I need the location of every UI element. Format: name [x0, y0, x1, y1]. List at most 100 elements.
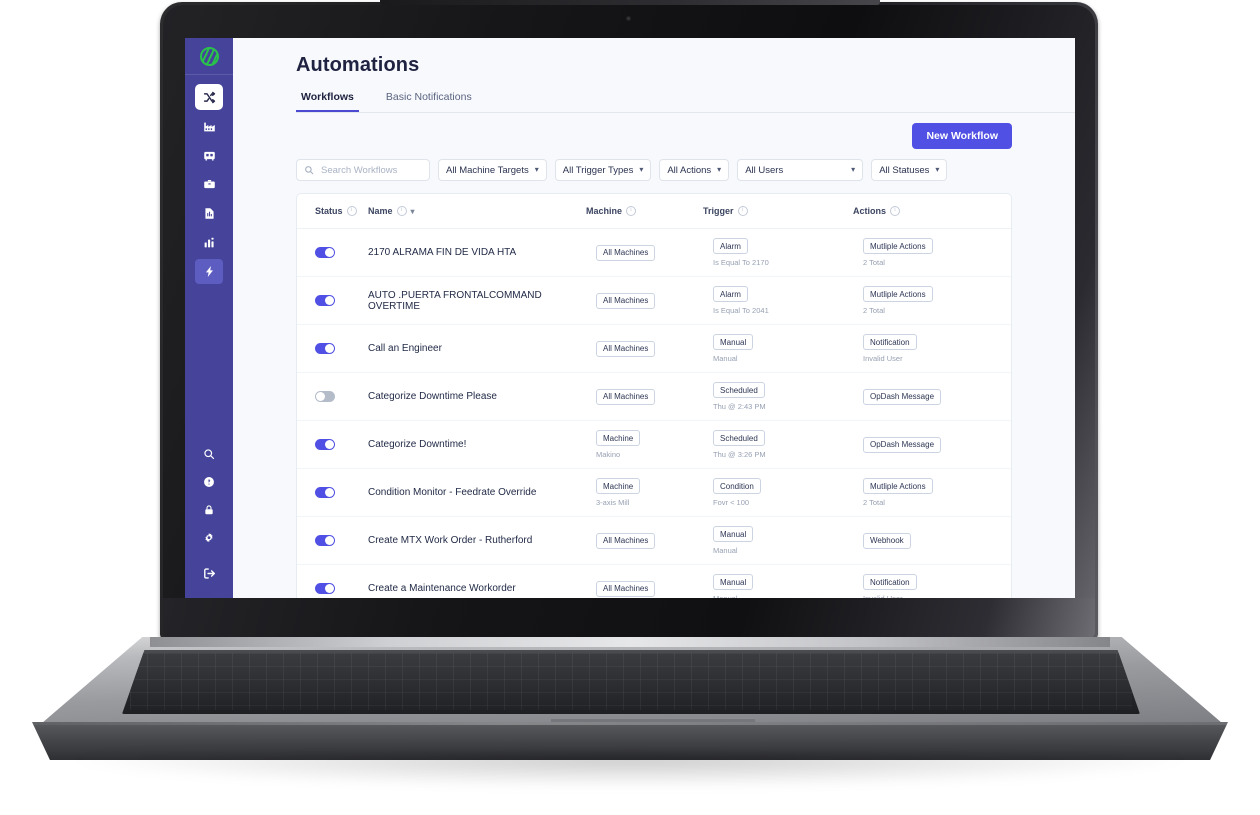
- page-header: Automations Workflows Basic Notification…: [233, 38, 1075, 113]
- row-name[interactable]: Create a Maintenance Workorder: [368, 583, 596, 594]
- table-row[interactable]: AUTO .PUERTA FRONTALCOMMAND OVERTIME All …: [297, 277, 1011, 325]
- sidebar-item-reports[interactable]: [195, 201, 223, 226]
- table-row[interactable]: 2170 ALRAMA FIN DE VIDA HTA All Machines A…: [297, 229, 1011, 277]
- search-workflows-box[interactable]: [296, 159, 430, 181]
- row-trigger-cell: Condition Fovr < 100: [713, 478, 863, 507]
- trigger-subtext: Fovr < 100: [713, 498, 750, 507]
- application-window: Automations Workflows Basic Notification…: [185, 38, 1075, 598]
- row-machine-cell: All Machines: [596, 292, 713, 309]
- info-icon[interactable]: i: [890, 206, 901, 216]
- info-icon[interactable]: i: [396, 206, 407, 216]
- row-trigger-cell: Scheduled Thu @ 3:26 PM: [713, 430, 863, 459]
- row-name[interactable]: Categorize Downtime Please: [368, 391, 596, 402]
- trigger-subtext: Is Equal To 2041: [713, 306, 769, 315]
- table-row[interactable]: Create a Maintenance Workorder All Machin…: [297, 565, 1011, 598]
- new-workflow-button[interactable]: New Workflow: [912, 123, 1012, 149]
- search-input[interactable]: [319, 163, 422, 177]
- sidebar-item-factory[interactable]: [195, 114, 223, 139]
- status-toggle[interactable]: [315, 295, 335, 306]
- status-toggle[interactable]: [315, 439, 335, 450]
- status-toggle[interactable]: [315, 583, 335, 594]
- chevron-down-icon: ▾: [935, 165, 940, 174]
- chevron-down-icon: ▾: [639, 165, 644, 174]
- table-row[interactable]: Condition Monitor - Feedrate Override Mac…: [297, 469, 1011, 517]
- action-chip: Mutliple Actions: [863, 238, 933, 254]
- row-name[interactable]: 2170 ALRAMA FIN DE VIDA HTA: [368, 247, 596, 258]
- app-logo[interactable]: [185, 38, 233, 75]
- filter-trigger-types[interactable]: All Trigger Types ▾: [554, 159, 652, 181]
- info-icon[interactable]: i: [346, 206, 357, 216]
- filter-statuses[interactable]: All Statuses ▾: [871, 159, 948, 181]
- sidebar-item-settings[interactable]: [195, 525, 223, 550]
- action-subtext: Invalid User: [863, 354, 903, 363]
- table-row[interactable]: Categorize Downtime Please All Machines Sc…: [297, 373, 1011, 421]
- machine-chip: All Machines: [596, 340, 656, 357]
- toggle-knob: [325, 584, 334, 593]
- tab-basic-notifications[interactable]: Basic Notifications: [381, 91, 477, 112]
- status-toggle[interactable]: [315, 391, 335, 402]
- row-name[interactable]: Condition Monitor - Feedrate Override: [368, 487, 596, 498]
- row-name[interactable]: Categorize Downtime!: [368, 439, 596, 450]
- row-status-cell: [315, 343, 368, 354]
- trigger-subtext: Manual: [713, 354, 738, 363]
- row-name[interactable]: Call an Engineer: [368, 343, 596, 354]
- status-toggle[interactable]: [315, 487, 335, 498]
- filter-actions[interactable]: All Actions ▾: [659, 159, 730, 181]
- row-trigger-cell: Manual Manual: [713, 334, 863, 363]
- action-subtext: 2 Total: [863, 306, 885, 315]
- sidebar-item-machines[interactable]: [195, 143, 223, 168]
- toolbox-icon: [203, 178, 216, 191]
- trigger-subtext: Thu @ 3:26 PM: [713, 450, 766, 459]
- sidebar-item-security[interactable]: [195, 497, 223, 522]
- trigger-chip: Alarm: [713, 238, 748, 254]
- status-toggle[interactable]: [315, 343, 335, 354]
- sidebar-item-toolbox[interactable]: [195, 172, 223, 197]
- search-icon: [203, 448, 215, 460]
- trigger-subtext: Manual: [713, 546, 738, 555]
- filter-users[interactable]: All Users ▾: [737, 159, 864, 181]
- action-chip: OpDash Message: [863, 388, 942, 405]
- sidebar-item-automations[interactable]: [195, 259, 223, 284]
- sidebar-top-nav: [195, 84, 223, 284]
- table-row[interactable]: Create MTX Work Order - Rutherford All Ma…: [297, 517, 1011, 565]
- row-actions-cell: NotificationInvalid User: [863, 574, 1011, 598]
- table-row[interactable]: Categorize Downtime! Machine Makino Schedul…: [297, 421, 1011, 469]
- status-toggle[interactable]: [315, 535, 335, 546]
- column-header-actions: Actions i: [853, 206, 1011, 216]
- column-header-name[interactable]: Name i ▾: [368, 206, 586, 216]
- search-icon: [304, 165, 314, 175]
- column-header-trigger-label: Trigger: [703, 206, 734, 216]
- trigger-subtext: Thu @ 2:43 PM: [713, 402, 766, 411]
- column-header-status: Status i: [315, 206, 368, 216]
- action-chip: Webhook: [863, 532, 911, 549]
- help-circle-icon: [203, 476, 215, 488]
- filter-statuses-label: All Statuses: [879, 164, 930, 176]
- action-chip: Notification: [863, 574, 917, 590]
- sort-chevron-down-icon[interactable]: ▾: [411, 207, 415, 216]
- tab-workflows[interactable]: Workflows: [296, 91, 359, 112]
- action-subtext: 2 Total: [863, 498, 885, 507]
- action-chip: Notification: [863, 334, 917, 350]
- trigger-chip: Alarm: [713, 286, 748, 302]
- row-name[interactable]: AUTO .PUERTA FRONTALCOMMAND OVERTIME: [368, 290, 596, 312]
- laptop-front-highlight: [32, 722, 1228, 725]
- sidebar-item-analytics[interactable]: [195, 230, 223, 255]
- status-toggle[interactable]: [315, 247, 335, 258]
- table-row[interactable]: Call an Engineer All Machines Manual Manual…: [297, 325, 1011, 373]
- row-name[interactable]: Create MTX Work Order - Rutherford: [368, 535, 596, 546]
- screenshot-stage: Automations Workflows Basic Notification…: [0, 0, 1260, 815]
- sidebar-item-logout[interactable]: [203, 567, 216, 593]
- info-icon[interactable]: i: [737, 206, 748, 216]
- info-icon[interactable]: i: [626, 206, 637, 216]
- sidebar-item-help[interactable]: [195, 469, 223, 494]
- lightning-bolt-icon: [203, 265, 216, 278]
- row-status-cell: [315, 247, 368, 258]
- main-content: Automations Workflows Basic Notification…: [233, 38, 1075, 598]
- sidebar-item-shuffle[interactable]: [195, 84, 223, 110]
- filter-machine-targets[interactable]: All Machine Targets ▾: [438, 159, 547, 181]
- sidebar-item-search[interactable]: [195, 441, 223, 466]
- toggle-knob: [325, 344, 334, 353]
- column-header-machine: Machine i: [586, 206, 703, 216]
- sidebar: [185, 38, 233, 598]
- column-header-status-label: Status: [315, 206, 343, 216]
